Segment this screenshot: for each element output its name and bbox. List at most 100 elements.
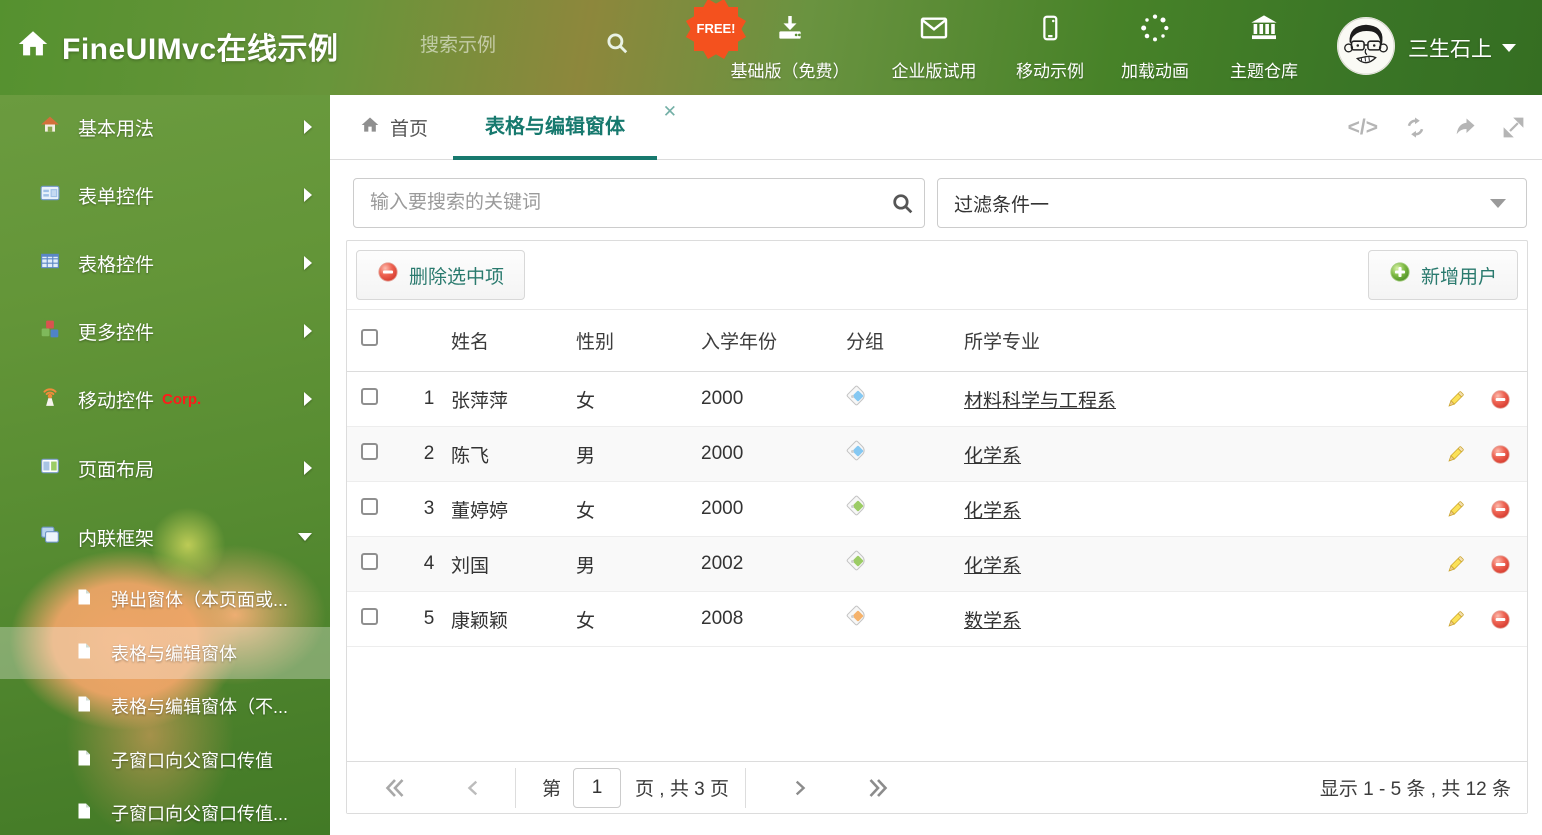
delete-selected-button[interactable]: 删除选中项	[356, 250, 526, 300]
grid-panel: 删除选中项 新增用户 姓名 性别 入学年份 分组 所学专业 1 张萍萍 女 20…	[346, 240, 1528, 814]
page-number-input[interactable]	[573, 767, 622, 808]
main-content: 首页 表格与编辑窗体 ✕ </> 输入要搜索的关键词 过滤条件一 删除选中项 新…	[330, 95, 1542, 835]
sidebar-subitem-grid-edit-window[interactable]: 表格与编辑窗体	[0, 627, 330, 679]
nav-enterprise-trial[interactable]: 企业版试用	[870, 12, 998, 82]
row-checkbox[interactable]	[361, 387, 378, 405]
page-icon	[75, 749, 93, 772]
delete-minus-icon[interactable]	[1490, 389, 1511, 410]
cell-gender: 男	[576, 445, 596, 467]
sidebar-item-page-layout[interactable]: 页面布局	[0, 439, 330, 497]
form-icon	[40, 183, 60, 208]
major-link[interactable]: 化学系	[964, 556, 1021, 577]
sidebar-item-basic-usage[interactable]: 基本用法	[0, 98, 330, 156]
sidebar-subitem-child-to-parent[interactable]: 子窗口向父窗口传值	[0, 734, 330, 786]
sidebar-item-grid-controls[interactable]: 表格控件	[0, 234, 330, 292]
search-icon[interactable]	[604, 30, 630, 61]
major-link[interactable]: 化学系	[964, 446, 1021, 467]
grid-toolbar: 删除选中项 新增用户	[347, 241, 1527, 310]
expand-arrow-icon	[304, 392, 312, 406]
row-checkbox[interactable]	[361, 497, 378, 515]
user-menu[interactable]: 三生石上	[1408, 33, 1516, 63]
cell-name: 张萍萍	[451, 390, 509, 412]
row-checkbox[interactable]	[361, 442, 378, 460]
expand-arrow-icon	[304, 120, 312, 134]
cell-gender: 女	[576, 610, 596, 632]
delete-minus-icon[interactable]	[1490, 444, 1511, 465]
filter-dropdown-value: 过滤条件一	[954, 194, 1050, 216]
top-header: FineUIMvc在线示例 FREE! 基础版（免费） 企业版试用	[0, 0, 1542, 95]
table-row: 4 刘国 男 2002 化学系	[347, 537, 1527, 592]
open-in-new-icon[interactable]	[1453, 116, 1477, 140]
page-icon	[75, 588, 93, 611]
keyword-search-input[interactable]	[353, 178, 925, 228]
tag-icon	[845, 549, 868, 572]
edit-pencil-icon[interactable]	[1445, 609, 1466, 630]
row-number: 3	[423, 498, 435, 519]
last-page-button[interactable]	[866, 776, 890, 800]
delete-minus-icon[interactable]	[1490, 554, 1511, 575]
column-gender: 性别	[576, 332, 615, 353]
chevron-down-icon	[1502, 44, 1516, 52]
nav-loading-animations[interactable]: 加载动画	[1102, 12, 1208, 82]
avatar[interactable]	[1337, 17, 1395, 75]
sidebar-item-mobile-controls[interactable]: 移动控件 Corp.	[0, 370, 330, 428]
sidebar-item-form-controls[interactable]: 表单控件	[0, 166, 330, 224]
delete-minus-icon[interactable]	[1490, 499, 1511, 520]
expand-arrow-icon	[304, 324, 312, 338]
cubes-icon	[40, 319, 60, 344]
select-all-checkbox[interactable]	[361, 329, 378, 346]
app: FineUIMvc在线示例 FREE! 基础版（免费） 企业版试用	[0, 0, 1542, 835]
layout-icon	[40, 456, 60, 481]
nav-theme-repo[interactable]: 主题仓库	[1208, 12, 1320, 82]
download-icon	[774, 12, 806, 49]
home-icon	[360, 115, 380, 141]
edit-pencil-icon[interactable]	[1445, 499, 1466, 520]
sidebar-subitem-child-to-parent-2[interactable]: 子窗口向父窗口传值...	[0, 787, 330, 835]
username: 三生石上	[1408, 38, 1492, 61]
expand-arrow-icon	[304, 188, 312, 202]
delete-minus-icon[interactable]	[1490, 609, 1511, 630]
edit-pencil-icon[interactable]	[1445, 389, 1466, 410]
next-page-button[interactable]	[788, 777, 810, 799]
tab-home[interactable]: 首页	[360, 95, 428, 160]
sidebar-item-inline-frames[interactable]: 内联框架	[0, 508, 330, 566]
chevron-down-icon	[1490, 198, 1506, 208]
sidebar-subitem-popup-window[interactable]: 弹出窗体（本页面或...	[0, 573, 330, 625]
refresh-icon[interactable]	[1404, 116, 1427, 139]
row-checkbox[interactable]	[361, 552, 378, 570]
brand[interactable]: FineUIMvc在线示例	[16, 24, 339, 68]
filter-dropdown[interactable]: 过滤条件一	[937, 178, 1527, 228]
table-row: 5 康颖颖 女 2008 数学系	[347, 592, 1527, 647]
close-icon[interactable]: ✕	[663, 103, 677, 120]
cell-name: 刘国	[451, 555, 490, 577]
header-search-input[interactable]	[420, 26, 605, 66]
nav-mobile-demo[interactable]: 移动示例	[998, 12, 1102, 82]
row-checkbox[interactable]	[361, 607, 378, 625]
major-link[interactable]: 数学系	[964, 611, 1021, 632]
search-icon[interactable]	[890, 191, 915, 221]
tag-icon	[845, 384, 868, 407]
edit-pencil-icon[interactable]	[1445, 554, 1466, 575]
active-tab-underline	[453, 156, 657, 160]
cell-year: 2008	[701, 608, 744, 629]
source-code-icon[interactable]: </>	[1348, 116, 1378, 140]
fullscreen-icon[interactable]	[1503, 117, 1524, 138]
cell-gender: 女	[576, 390, 596, 412]
tag-icon	[845, 604, 868, 627]
sidebar-subitem-grid-edit-window-2[interactable]: 表格与编辑窗体（不...	[0, 680, 330, 732]
page-icon	[75, 802, 93, 825]
divider	[515, 767, 516, 808]
tab-grid-edit-window[interactable]: 表格与编辑窗体 ✕	[453, 95, 677, 160]
add-user-button[interactable]: 新增用户	[1367, 250, 1518, 300]
sidebar-item-more-controls[interactable]: 更多控件	[0, 302, 330, 360]
home-icon	[16, 27, 50, 66]
edit-pencil-icon[interactable]	[1445, 444, 1466, 465]
row-number: 2	[423, 443, 435, 464]
prev-page-button[interactable]	[463, 777, 485, 799]
major-link[interactable]: 化学系	[964, 501, 1021, 522]
first-page-button[interactable]	[383, 776, 407, 800]
major-link[interactable]: 材料科学与工程系	[964, 391, 1116, 412]
page-icon	[75, 642, 93, 665]
column-name: 姓名	[451, 332, 490, 353]
cell-year: 2000	[701, 388, 744, 409]
